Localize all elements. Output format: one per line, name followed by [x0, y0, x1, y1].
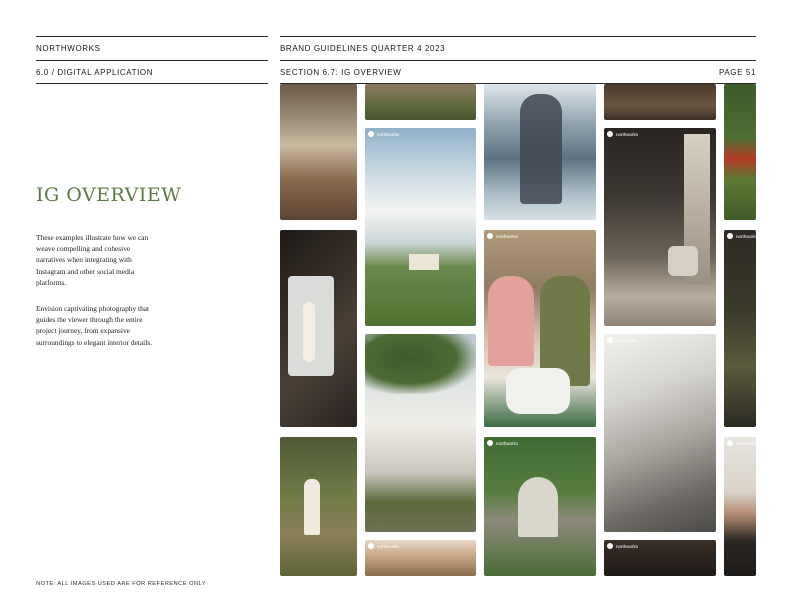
house-shape	[409, 254, 439, 270]
ig-handle: northworks	[727, 440, 756, 446]
ig-handle-text: northworks	[736, 440, 756, 446]
image-dark-bottom: northworks	[604, 540, 716, 576]
ig-handle: northworks	[368, 131, 399, 137]
tree-canopy	[365, 334, 476, 394]
image-man-portrait: northworks	[724, 437, 756, 576]
armchair	[668, 246, 698, 276]
ig-handle-text: northworks	[616, 543, 639, 549]
white-model	[506, 368, 570, 414]
image-garden-pavilion: northworks	[484, 437, 596, 576]
image-interior-top	[604, 84, 716, 120]
ig-handle: northworks	[487, 440, 518, 446]
image-figure-by-lake	[484, 84, 596, 220]
ig-handle-text: northworks	[616, 131, 639, 137]
northworks-logo-icon	[487, 233, 493, 239]
northworks-logo-icon	[727, 233, 733, 239]
image-architects-at-table: northworks	[484, 230, 596, 427]
header-top-rule-left	[36, 36, 268, 37]
page-number: PAGE 51	[719, 68, 756, 77]
pavilion-shape	[518, 477, 558, 537]
brand-name: NORTHWORKS	[36, 44, 101, 53]
header-top-rule-right	[280, 36, 756, 37]
ig-collage: northworks northworks northworks northwo…	[280, 84, 756, 576]
northworks-logo-icon	[607, 543, 613, 549]
northworks-logo-icon	[368, 543, 374, 549]
northworks-logo-icon	[607, 131, 613, 137]
person-left	[488, 276, 534, 366]
northworks-logo-icon	[727, 440, 733, 446]
section-left: 6.0 / DIGITAL APPLICATION	[36, 68, 154, 77]
ig-handle-text: northworks	[736, 233, 756, 239]
image-white-manor: northworks	[365, 334, 476, 532]
page-title: IG OVERVIEW	[36, 184, 182, 206]
image-lawn-top	[365, 84, 476, 120]
image-house-under-sky: northworks	[365, 128, 476, 326]
ig-handle: northworks	[607, 337, 638, 343]
image-terrace-interior	[280, 84, 357, 220]
header-mid-rule-right	[280, 60, 756, 61]
surfboard-shape	[303, 302, 315, 362]
ig-handle-text: northworks	[616, 337, 639, 343]
ig-handle: northworks	[607, 543, 638, 549]
image-dark-trees: northworks	[724, 230, 756, 427]
woman-figure	[304, 479, 320, 535]
ig-handle-text: northworks	[496, 233, 519, 239]
reference-note: NOTE: ALL IMAGES USED ARE FOR REFERENCE …	[36, 581, 206, 587]
image-poppy-field	[724, 84, 756, 220]
header-mid-rule-left	[36, 60, 268, 61]
ig-handle-text: northworks	[496, 440, 519, 446]
ig-handle-text: northworks	[377, 543, 400, 549]
image-living-room: northworks	[604, 128, 716, 326]
image-woman-in-forest	[280, 437, 357, 576]
document-title: BRAND GUIDELINES QUARTER 4 2023	[280, 44, 446, 53]
ig-handle: northworks	[727, 233, 756, 239]
body-paragraph-1: These examples illustrate how we can wea…	[36, 233, 149, 287]
image-mountain-bottom: northworks	[365, 540, 476, 576]
ig-handle: northworks	[607, 131, 638, 137]
image-white-staircase: northworks	[604, 334, 716, 532]
image-vintage-car	[280, 230, 357, 427]
northworks-logo-icon	[368, 131, 374, 137]
ig-handle: northworks	[487, 233, 518, 239]
body-paragraph-2: Envision captivating photography that gu…	[36, 304, 152, 347]
northworks-logo-icon	[487, 440, 493, 446]
section-right: SECTION 6.7: IG OVERVIEW	[280, 68, 402, 77]
hooded-figure	[520, 94, 562, 204]
northworks-logo-icon	[607, 337, 613, 343]
ig-handle: northworks	[368, 543, 399, 549]
ig-handle-text: northworks	[377, 131, 400, 137]
header-bottom-rule-left	[36, 83, 268, 84]
